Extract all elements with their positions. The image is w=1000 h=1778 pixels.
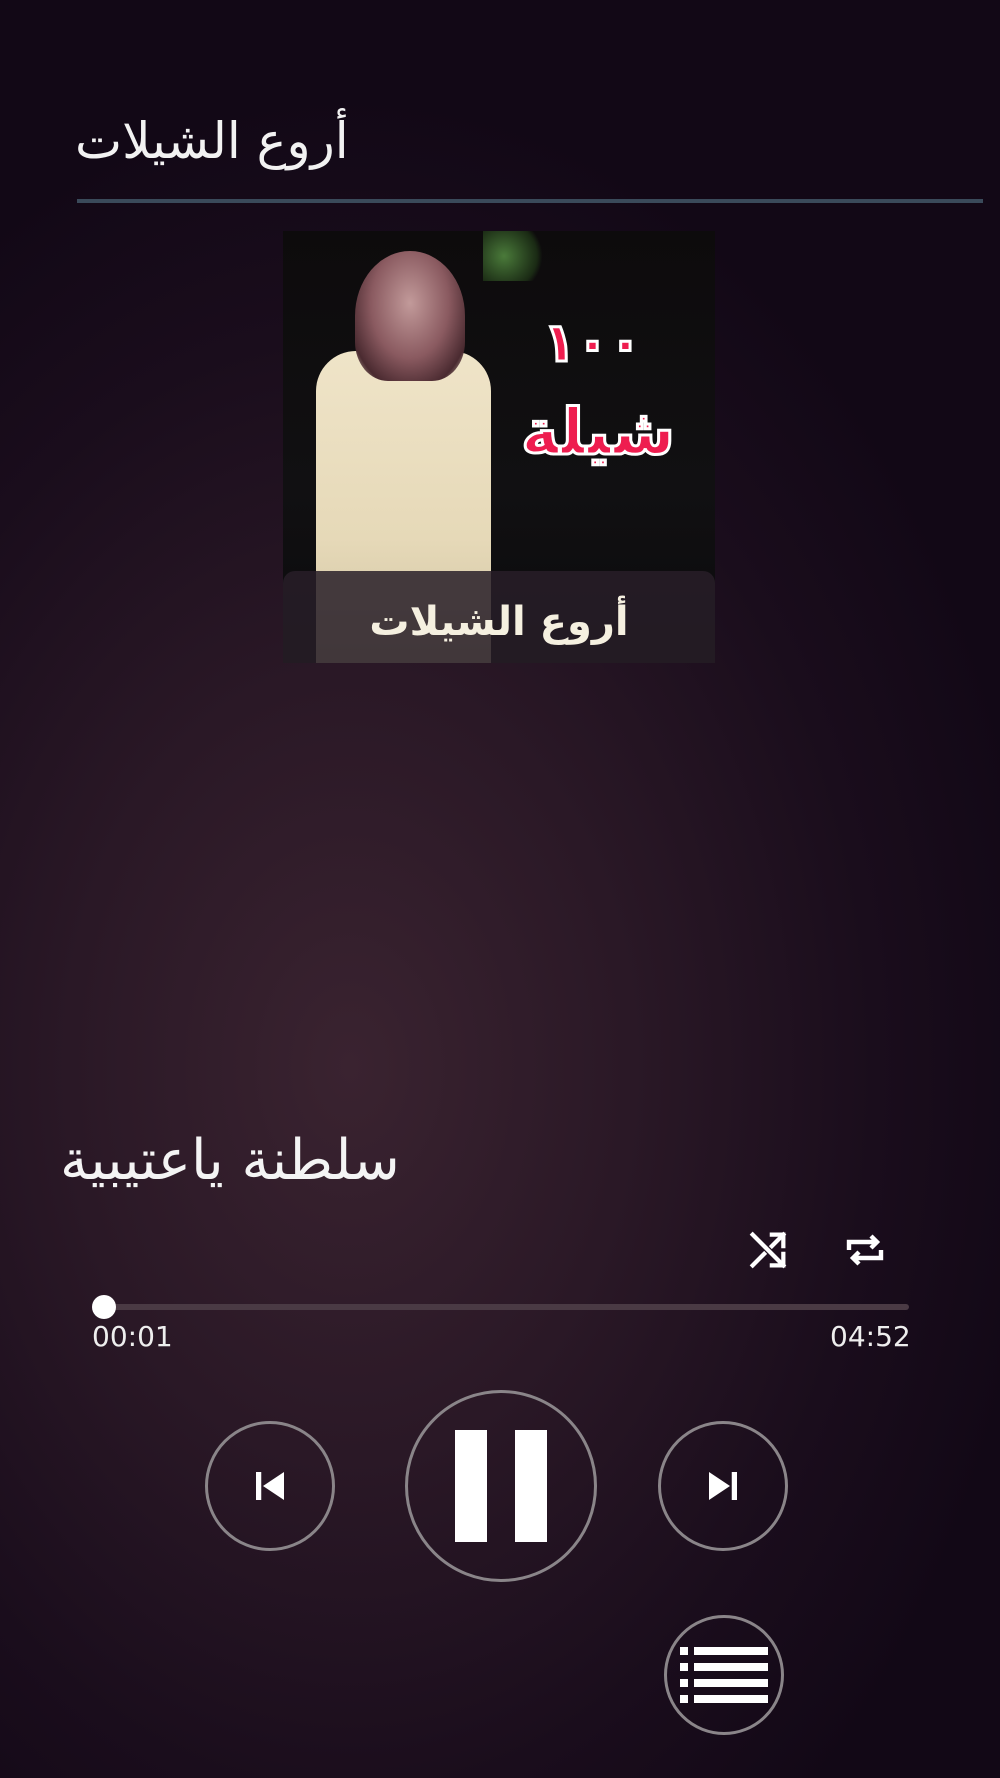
- album-art-badge-word: شيلة: [520, 395, 677, 472]
- shuffle-button[interactable]: [738, 1220, 798, 1280]
- header-divider: [77, 199, 983, 203]
- total-time: 04:52: [830, 1320, 911, 1353]
- progress-track[interactable]: [101, 1304, 909, 1310]
- shuffle-icon: [749, 1231, 787, 1269]
- playlist-icon: [680, 1647, 768, 1703]
- skip-next-icon: [709, 1472, 737, 1500]
- skip-previous-icon: [256, 1472, 284, 1500]
- album-art-figure-head: [355, 251, 465, 381]
- progress-thumb[interactable]: [91, 1295, 116, 1319]
- repeat-icon: [846, 1234, 884, 1266]
- pause-button[interactable]: [405, 1390, 597, 1582]
- track-title: سلطنة ياعتيبية: [60, 1128, 400, 1193]
- next-button[interactable]: [658, 1421, 788, 1551]
- album-art-lights: [483, 231, 553, 281]
- pause-icon: [455, 1430, 547, 1542]
- repeat-button[interactable]: [835, 1220, 895, 1280]
- album-art-badge-count: ١٠٠: [542, 310, 644, 376]
- album-art-caption: أروع الشيلات: [369, 599, 629, 645]
- elapsed-time: 00:01: [92, 1320, 173, 1353]
- previous-button[interactable]: [205, 1421, 335, 1551]
- page-title: أروع الشيلات: [75, 112, 349, 170]
- album-art: ١٠٠ شيلة أروع الشيلات: [283, 231, 715, 663]
- playlist-button[interactable]: [664, 1615, 784, 1735]
